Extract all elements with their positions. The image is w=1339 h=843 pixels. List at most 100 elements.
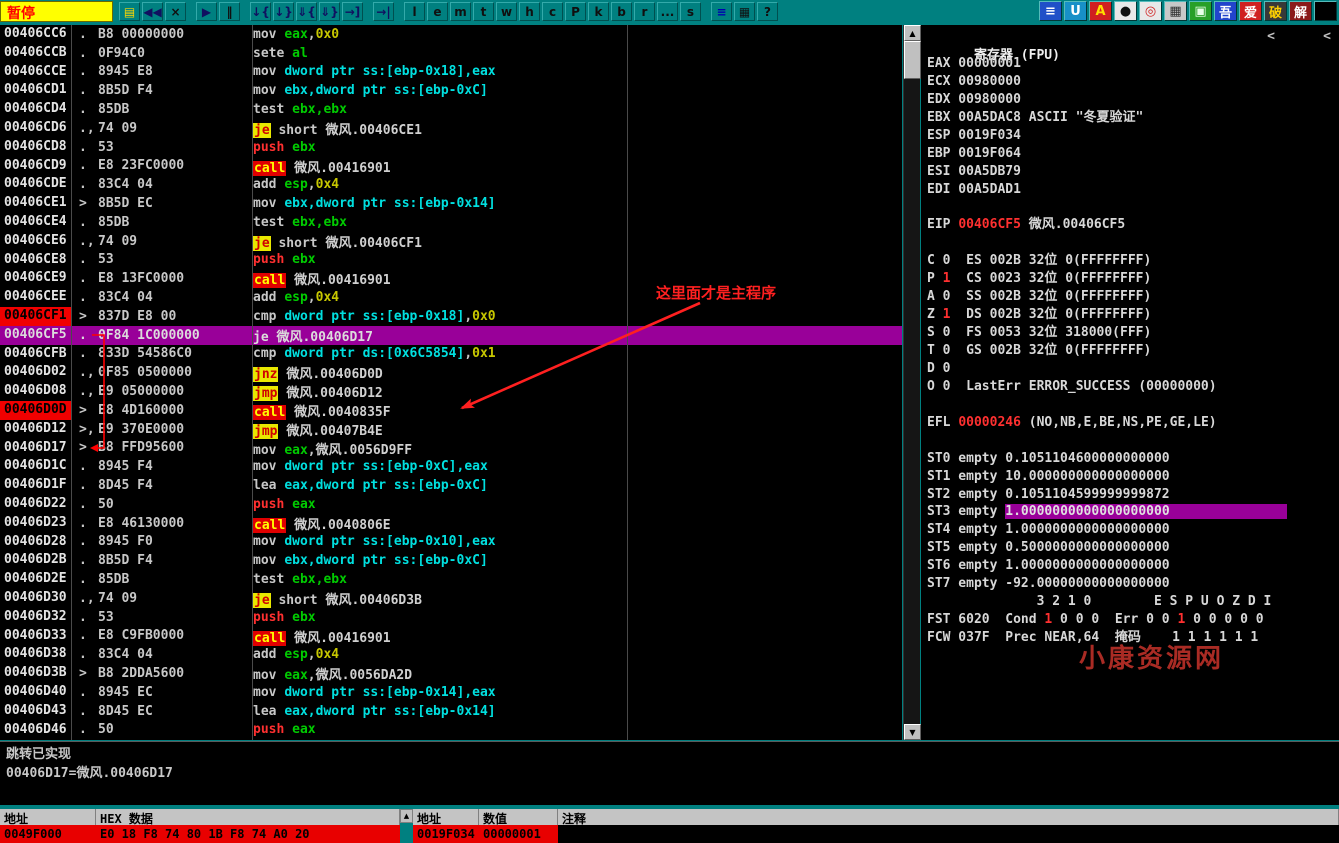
- view-breakpoints-button[interactable]: b: [611, 2, 632, 21]
- disasm-bytes: 8945 F0: [98, 534, 253, 549]
- view-memory-button[interactable]: m: [450, 2, 471, 21]
- disasm-row-00406D43[interactable]: 00406D43.8D45 EClea eax,dword ptr ss:[eb…: [0, 702, 902, 721]
- view-call-stack-button[interactable]: k: [588, 2, 609, 21]
- plugin-grid-icon[interactable]: ▦: [1164, 1, 1187, 21]
- register-token: EAX 00000001: [927, 56, 1021, 71]
- disasm-row-00406CE6[interactable]: 00406CE6.,74 09je short 微风.00406CF1: [0, 232, 902, 251]
- disasm-row-00406CD9[interactable]: 00406CD9.E8 23FC0000call 微风.00416901: [0, 157, 902, 176]
- view-executables-button[interactable]: e: [427, 2, 448, 21]
- stack-panel[interactable]: 地址 数值 注释 0019F034 00000001: [413, 809, 1339, 843]
- 52pojie-jie-icon[interactable]: 解: [1289, 1, 1312, 21]
- disasm-row-00406D40[interactable]: 00406D40.8945 ECmov dword ptr ss:[ebp-0x…: [0, 683, 902, 702]
- registers-panel[interactable]: 寄存器 (FPU) < < EAX 00000001ECX 00980000ED…: [921, 25, 1339, 740]
- step-over-icon[interactable]: ↓}: [273, 2, 294, 21]
- view-patches-button[interactable]: P: [565, 2, 586, 21]
- disasm-row-00406D1C[interactable]: 00406D1C.8945 F4mov dword ptr ss:[ebp-0x…: [0, 457, 902, 476]
- toolbar: 暂停 ▤◀◀×▶‖↓{↓}⇓{⇓}→]→|lemtwhcPkbr...s≡▦? …: [0, 0, 1339, 23]
- disasm-row-00406CF1[interactable]: 00406CF1>837D E8 00cmp dword ptr ss:[ebp…: [0, 307, 902, 326]
- disasm-row-00406D38[interactable]: 00406D38.83C4 04add esp,0x4: [0, 645, 902, 664]
- disasm-row-00406D0D[interactable]: 00406D0D>E8 4D160000call 微风.0040835F: [0, 401, 902, 420]
- disasm-row-00406D23[interactable]: 00406D23.E8 46130000call 微风.0040806E: [0, 514, 902, 533]
- disasm-row-00406CE8[interactable]: 00406CE8.53push ebx: [0, 251, 902, 270]
- plugin-blue-icon[interactable]: ≡: [1039, 1, 1062, 21]
- disasm-row-00406D28[interactable]: 00406D28.8945 F0mov dword ptr ss:[ebp-0x…: [0, 533, 902, 552]
- view-references-button[interactable]: r: [634, 2, 655, 21]
- disasm-row-00406D46[interactable]: 00406D46.50push eax: [0, 721, 902, 740]
- stack-row[interactable]: 0019F034 00000001: [413, 825, 1339, 843]
- disasm-bytes: E8 23FC0000: [98, 158, 253, 173]
- plugin-a-icon[interactable]: A: [1089, 1, 1112, 21]
- view-run-trace-button[interactable]: ...: [657, 2, 678, 21]
- disasm-marker: >: [72, 196, 98, 211]
- disasm-row-00406D3B[interactable]: 00406D3B>B8 2DDA5600mov eax,微风.0056DA2D: [0, 664, 902, 683]
- panel-collapse-icon[interactable]: <: [1323, 29, 1331, 44]
- register-token: EFL: [927, 415, 958, 430]
- disasm-row-00406D1F[interactable]: 00406D1F.8D45 F4lea eax,dword ptr ss:[eb…: [0, 476, 902, 495]
- animate-into-icon[interactable]: ⇓{: [296, 2, 317, 21]
- memory-dump-panel[interactable]: 地址 HEX 数据 0049F000 E0 18 F8 74 80 1B F8 …: [0, 809, 400, 843]
- 52pojie-wu-icon[interactable]: 吾: [1214, 1, 1237, 21]
- disasm-row-00406D2B[interactable]: 00406D2B.8B5D F4mov ebx,dword ptr ss:[eb…: [0, 551, 902, 570]
- plugin-target-icon[interactable]: ◎: [1139, 1, 1162, 21]
- plugin-u-icon[interactable]: U: [1064, 1, 1087, 21]
- disasm-scrollbar[interactable]: ▲ ▼: [903, 25, 920, 740]
- disasm-row-00406D17[interactable]: 00406D17>B8 FFD95600mov eax,微风.0056D9FF: [0, 439, 902, 458]
- view-source-button[interactable]: s: [680, 2, 701, 21]
- restart-icon[interactable]: ◀◀: [142, 2, 163, 21]
- view-threads-button[interactable]: t: [473, 2, 494, 21]
- panel-collapse-icon[interactable]: <: [1267, 29, 1275, 44]
- close-program-icon[interactable]: ×: [165, 2, 186, 21]
- view-log-button[interactable]: l: [404, 2, 425, 21]
- scroll-down-button[interactable]: ▼: [904, 724, 921, 740]
- windows-icon[interactable]: ▦: [734, 2, 755, 21]
- disasm-row-00406CD1[interactable]: 00406CD1.8B5D F4mov ebx,dword ptr ss:[eb…: [0, 81, 902, 100]
- disasm-row-00406CDE[interactable]: 00406CDE.83C4 04add esp,0x4: [0, 175, 902, 194]
- disasm-row-00406D08[interactable]: 00406D08.,E9 05000000jmp 微风.00406D12: [0, 382, 902, 401]
- disasm-row-00406CE4[interactable]: 00406CE4.85DBtest ebx,ebx: [0, 213, 902, 232]
- disasm-row-00406D33[interactable]: 00406D33.E8 C9FB0000call 微风.00416901: [0, 627, 902, 646]
- register-token: ESI 00A5DB79: [927, 164, 1021, 179]
- plugin-green-icon[interactable]: ▣: [1189, 1, 1212, 21]
- disasm-row-00406CCB[interactable]: 00406CCB.0F94C0sete al: [0, 44, 902, 63]
- disasm-row-00406D30[interactable]: 00406D30.,74 09je short 微风.00406D3B: [0, 589, 902, 608]
- disasm-row-00406D12[interactable]: 00406D12>,E9 370E0000jmp 微风.00407B4E: [0, 420, 902, 439]
- disasm-marker: .: [72, 252, 98, 267]
- disasm-row-00406CD4[interactable]: 00406CD4.85DBtest ebx,ebx: [0, 100, 902, 119]
- disasm-row-00406CFB[interactable]: 00406CFB.833D 54586C0cmp dword ptr ds:[0…: [0, 345, 902, 364]
- plugin-dot-icon[interactable]: ●: [1114, 1, 1137, 21]
- black-square-icon[interactable]: [1314, 1, 1337, 21]
- disasm-row-00406CCE[interactable]: 00406CCE.8945 E8mov dword ptr ss:[ebp-0x…: [0, 63, 902, 82]
- execute-till-user-icon[interactable]: →|: [373, 2, 394, 21]
- disasm-marker: >: [72, 440, 98, 455]
- disasm-marker: .: [72, 83, 98, 98]
- scroll-up-button[interactable]: ▲: [904, 25, 921, 41]
- disassembly-panel[interactable]: 00406CC6.B8 00000000mov eax,0x000406CCB.…: [0, 25, 902, 740]
- pause-icon[interactable]: ‖: [219, 2, 240, 21]
- disasm-row-00406D2E[interactable]: 00406D2E.85DBtest ebx,ebx: [0, 570, 902, 589]
- 52pojie-ai-icon[interactable]: 爱: [1239, 1, 1262, 21]
- disasm-row-00406CE1[interactable]: 00406CE1>8B5D ECmov ebx,dword ptr ss:[eb…: [0, 194, 902, 213]
- disasm-row-00406D32[interactable]: 00406D32.53push ebx: [0, 608, 902, 627]
- disasm-row-00406CD8[interactable]: 00406CD8.53push ebx: [0, 138, 902, 157]
- view-handles-button[interactable]: h: [519, 2, 540, 21]
- disasm-row-00406D02[interactable]: 00406D02.,0F85 0500000jnz 微风.00406D0D: [0, 363, 902, 382]
- execute-till-return-icon[interactable]: →]: [342, 2, 363, 21]
- disasm-row-00406CF5[interactable]: 00406CF5.0F84 1C000000je 微风.00406D17: [0, 326, 902, 345]
- register-token: ST5 empty 0.5000000000000000000: [927, 540, 1170, 555]
- view-windows-button[interactable]: w: [496, 2, 517, 21]
- options-icon[interactable]: ≡: [711, 2, 732, 21]
- 52pojie-po-icon[interactable]: 破: [1264, 1, 1287, 21]
- dump-scroll-up-button[interactable]: ▲: [400, 809, 413, 823]
- run-icon[interactable]: ▶: [196, 2, 217, 21]
- disasm-row-00406D22[interactable]: 00406D22.50push eax: [0, 495, 902, 514]
- scroll-thumb[interactable]: [904, 41, 921, 79]
- help-icon[interactable]: ?: [757, 2, 778, 21]
- disasm-instruction: cmp dword ptr ss:[ebp-0x18],0x0: [253, 309, 902, 324]
- dump-row[interactable]: 0049F000 E0 18 F8 74 80 1B F8 74 A0 20: [0, 825, 400, 843]
- open-file-icon[interactable]: ▤: [119, 2, 140, 21]
- disasm-row-00406CD6[interactable]: 00406CD6.,74 09je short 微风.00406CE1: [0, 119, 902, 138]
- animate-over-icon[interactable]: ⇓}: [319, 2, 340, 21]
- step-into-icon[interactable]: ↓{: [250, 2, 271, 21]
- view-cpu-button[interactable]: c: [542, 2, 563, 21]
- disasm-row-00406CC6[interactable]: 00406CC6.B8 00000000mov eax,0x0: [0, 25, 902, 44]
